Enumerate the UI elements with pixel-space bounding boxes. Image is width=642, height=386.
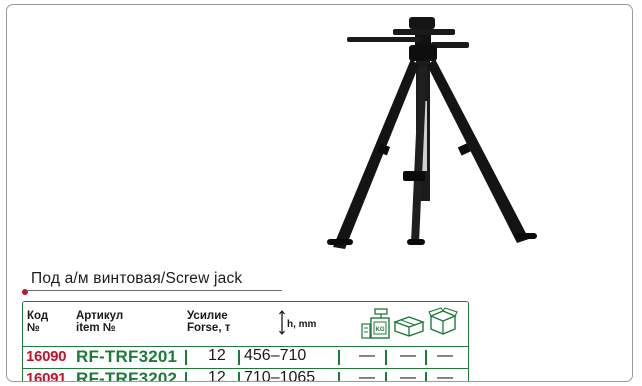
header-force-line2: Forse, т [187,322,231,334]
column-divider [425,372,427,381]
header-article-line1: Артикул [76,310,124,322]
title-underline [26,290,282,291]
column-divider [238,372,240,381]
column-divider [338,372,340,381]
header-article: Артикул item № [76,310,123,334]
column-divider [185,350,187,365]
column-divider [185,372,187,381]
column-divider [425,350,427,365]
column-divider [385,350,387,365]
column-divider [385,372,387,381]
product-title: Под а/м винтовая/Screw jack [31,270,243,287]
column-divider [238,350,240,365]
row-package: — [400,369,416,382]
height-arrow-icon [279,310,285,335]
product-card: Под а/м винтовая/Screw jack Код № Артику… [6,4,633,382]
header-force-line1: Усилие [187,310,228,322]
row-code: 16091 [26,370,67,382]
header-force: Усилие Forse, т [187,310,230,334]
row-package: — [400,347,416,364]
carton-box-icon [428,307,458,335]
table-row: 16090 RF-TRF3201 12 456–710 — — — [23,346,468,368]
row-weight: — [359,369,375,382]
header-height: h, mm [287,319,317,330]
row-height: 710–1065 [244,369,316,382]
row-article: RF-TRF3201 [76,347,178,366]
row-carton: — [437,347,453,364]
weight-scale-icon: KG [361,308,390,339]
screw-jack-image [327,17,537,249]
row-force: 12 [208,369,226,382]
spec-table: Код № Артикул item № Усилие Forse, т h, … [22,301,469,382]
package-box-icon [393,316,425,337]
row-article: RF-TRF3202 [76,369,178,382]
row-force: 12 [208,347,226,364]
table-header: Код № Артикул item № Усилие Forse, т h, … [23,302,468,346]
header-code-line1: Код [27,310,49,322]
header-code: Код № [27,310,48,334]
header-code-line2: № [27,322,40,334]
row-weight: — [359,347,375,364]
svg-text:KG: KG [376,327,385,333]
row-code: 16090 [26,348,67,365]
column-divider [338,350,340,365]
header-article-line2: item № [76,322,116,334]
row-carton: — [437,369,453,382]
row-height: 456–710 [244,347,307,364]
table-row: 16091 RF-TRF3202 12 710–1065 — — — [23,368,468,382]
